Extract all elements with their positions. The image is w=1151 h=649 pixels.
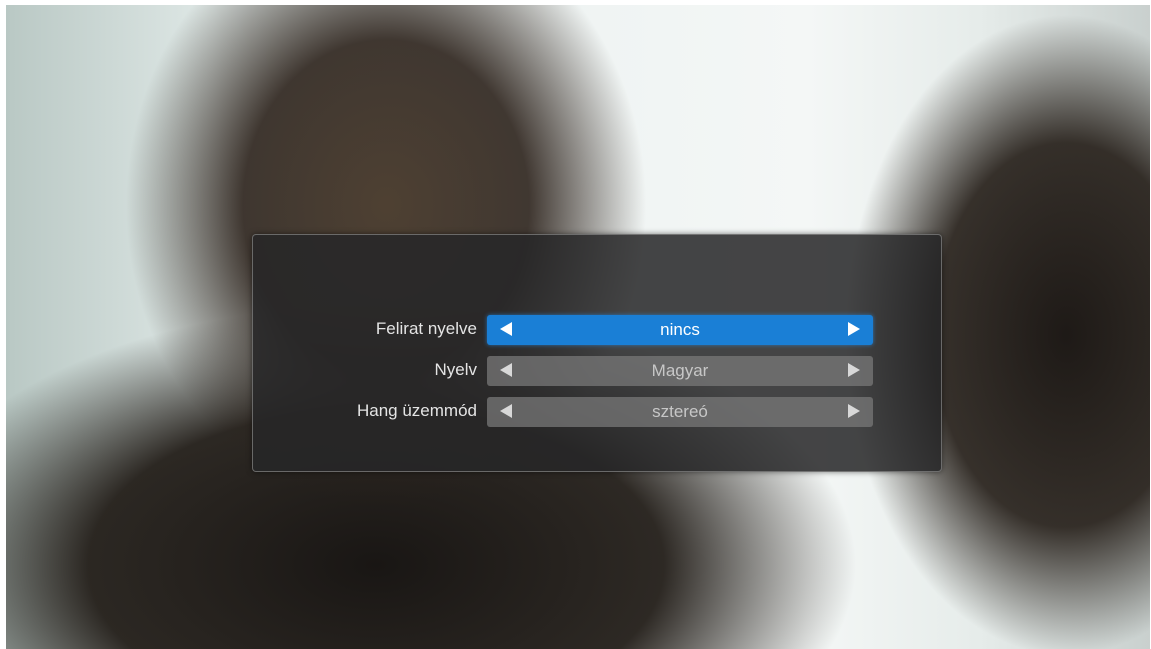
audio-mode-value: sztereó [652,402,708,421]
arrow-right-icon[interactable] [848,363,860,377]
arrow-left-icon[interactable] [500,322,512,336]
channel-logo [34,29,138,51]
setting-row-subtitle-language[interactable]: Felirat nyelve nincs [253,313,941,345]
audio-subtitle-settings-dialog: Felirat nyelve nincs Nyelv Magyar Hang ü… [252,234,942,472]
audio-mode-selector[interactable]: sztereó [487,397,873,427]
setting-row-language[interactable]: Nyelv Magyar [253,354,941,386]
setting-label-audio-mode: Hang üzemmód [356,401,477,420]
language-selector[interactable]: Magyar [487,356,873,386]
tv-screen: Felirat nyelve nincs Nyelv Magyar Hang ü… [6,5,1150,649]
arrow-right-icon[interactable] [848,322,860,336]
language-value: Magyar [651,361,709,380]
subtitle-language-selector[interactable]: nincs [487,315,873,345]
arrow-left-icon[interactable] [500,363,512,377]
setting-row-audio-mode[interactable]: Hang üzemmód sztereó [253,395,941,427]
arrow-left-icon[interactable] [500,404,512,418]
arrow-right-icon[interactable] [848,404,860,418]
setting-label-subtitle-language: Felirat nyelve [375,319,477,338]
setting-label-language: Nyelv [434,360,477,379]
subtitle-language-value: nincs [660,320,700,339]
